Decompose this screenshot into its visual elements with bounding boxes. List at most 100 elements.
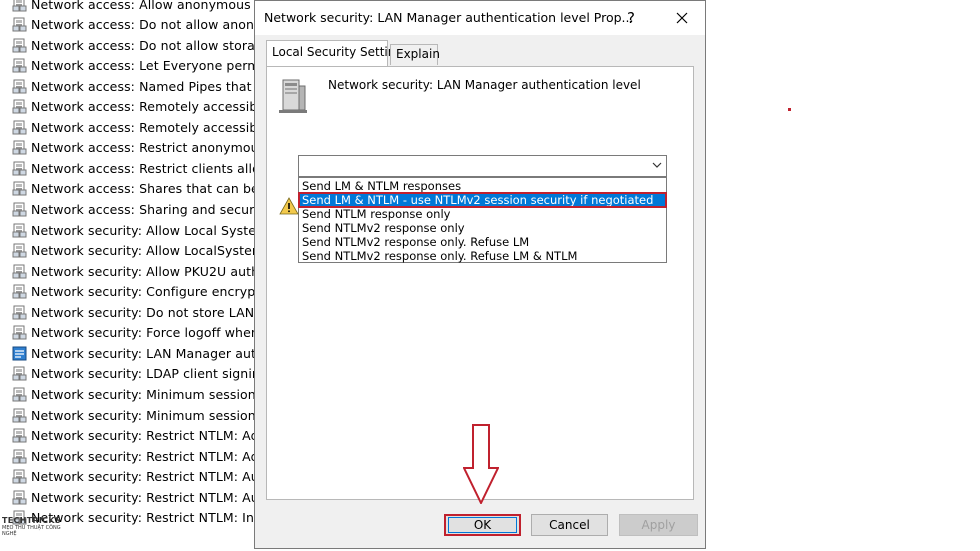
policy-row[interactable]: Network access: Do not allow anonym xyxy=(12,15,260,35)
tab-explain[interactable]: Explain xyxy=(390,44,440,65)
policy-row[interactable]: Network access: Restrict clients allowed xyxy=(12,158,260,178)
policy-row-label: Network security: Allow PKU2U authen xyxy=(31,263,260,279)
policy-row[interactable]: Network security: Minimum session sec xyxy=(12,384,260,404)
policy-row-label: Network access: Let Everyone permissio xyxy=(31,58,260,74)
policy-shield-icon xyxy=(12,387,27,402)
policy-row[interactable]: Network security: Configure encryption xyxy=(12,282,260,302)
policy-row[interactable]: Network security: Restrict NTLM: Audit xyxy=(12,467,260,487)
warning-triangle-icon xyxy=(279,197,299,215)
policy-row[interactable]: Network security: LDAP client signing r xyxy=(12,364,260,384)
policy-row[interactable]: Network access: Remotely accessible re xyxy=(12,97,260,117)
policy-row-label: Network security: LAN Manager authen xyxy=(31,345,260,361)
ok-button-label: OK xyxy=(473,518,492,532)
policy-row[interactable]: Network access: Restrict anonymous ac xyxy=(12,138,260,158)
policy-row-label: Network security: Restrict NTLM: Add r xyxy=(31,428,260,444)
policy-shield-icon xyxy=(12,325,27,340)
dropdown-option[interactable]: Send NTLM response only xyxy=(299,207,666,221)
policy-shield-icon xyxy=(12,17,27,32)
policy-row-label: Network security: Restrict NTLM: Incom xyxy=(31,510,260,526)
policy-row[interactable]: Network security: Allow Local System t xyxy=(12,220,260,240)
close-icon xyxy=(676,12,688,24)
policy-shield-icon xyxy=(12,79,27,94)
policy-shield-icon xyxy=(12,449,27,464)
policy-shield-icon xyxy=(12,284,27,299)
policy-row[interactable]: Network security: Allow LocalSystem N xyxy=(12,241,260,261)
policy-row[interactable]: Network security: Minimum session sec xyxy=(12,405,260,425)
policy-shield-icon xyxy=(12,490,27,505)
close-button[interactable] xyxy=(669,7,695,29)
policy-row[interactable]: Network access: Do not allow storage o xyxy=(12,35,260,55)
chevron-down-icon[interactable] xyxy=(652,161,662,169)
policy-row-label: Network access: Remotely accessible re xyxy=(31,99,260,115)
policy-row[interactable]: Network security: Restrict NTLM: Add r xyxy=(12,426,260,446)
auth-level-dropdown-list: Send LM & NTLM responses Send LM & NTLM -… xyxy=(298,177,667,263)
policy-shield-icon xyxy=(12,428,27,443)
policy-name-label: Network security: LAN Manager authentica… xyxy=(328,78,641,92)
policy-row-label: Network access: Restrict anonymous ac xyxy=(31,140,260,156)
policy-row[interactable]: Network access: Named Pipes that can xyxy=(12,76,260,96)
policy-row-label: Network access: Remotely accessible re xyxy=(31,119,260,135)
policy-row[interactable]: Network access: Shares that can be acce xyxy=(12,179,260,199)
policy-shield-icon xyxy=(12,0,27,12)
policy-row-label: Network security: Allow Local System t xyxy=(31,222,260,238)
tab-local-security-setting[interactable]: Local Security Setting xyxy=(266,40,403,66)
dropdown-option[interactable]: Send NTLMv2 response only xyxy=(299,221,666,235)
auth-level-combo[interactable] xyxy=(298,155,667,177)
policy-row-label: Network access: Do not allow storage o xyxy=(31,37,260,53)
dropdown-option[interactable]: Send NTLMv2 response only. Refuse LM xyxy=(299,235,666,249)
policy-shield-icon xyxy=(12,264,27,279)
policy-shield-icon xyxy=(12,305,27,320)
policy-row[interactable]: Network security: Restrict NTLM: Add s xyxy=(12,446,260,466)
policy-row[interactable]: Network access: Sharing and security m xyxy=(12,200,260,220)
policy-shield-icon xyxy=(12,243,27,258)
policy-shield-icon xyxy=(12,346,27,361)
dropdown-option[interactable]: Send LM & NTLM responses xyxy=(299,179,666,193)
policy-row[interactable]: Network security: Restrict NTLM: Audit xyxy=(12,487,260,507)
policy-shield-icon xyxy=(12,140,27,155)
policy-row-label: Network security: Restrict NTLM: Add s xyxy=(31,448,260,464)
policy-shield-icon xyxy=(12,120,27,135)
policy-shield-icon xyxy=(12,99,27,114)
policy-row-label: Network access: Sharing and security m xyxy=(31,202,260,217)
policy-shield-icon xyxy=(12,223,27,238)
watermark-tagline: MẸO THỦ THUẬT CÔNG NGHỆ xyxy=(2,525,61,537)
policy-shield-icon xyxy=(12,408,27,423)
policy-row-label: Network access: Named Pipes that can xyxy=(31,78,260,94)
policy-row-label: Network security: Allow LocalSystem N xyxy=(31,243,260,259)
policy-shield-icon xyxy=(12,161,27,176)
policy-row[interactable]: Network security: Allow PKU2U authen xyxy=(12,261,260,281)
policy-row[interactable]: Network security: Force logoff when lo xyxy=(12,323,260,343)
policy-row-label: Network security: Minimum session sec xyxy=(31,386,260,402)
dialog-titlebar[interactable]: Network security: LAN Manager authentica… xyxy=(255,1,705,35)
policy-row[interactable]: Network security: Do not store LAN Ma xyxy=(12,302,260,322)
red-down-arrow-icon xyxy=(463,424,499,504)
policy-row[interactable]: Network security: LAN Manager authen xyxy=(12,343,260,363)
policy-row-label: Network access: Allow anonymous SID xyxy=(31,0,260,12)
policy-shield-icon xyxy=(12,366,27,381)
watermark-brand: TECHTRICKS xyxy=(2,516,61,525)
dialog-title: Network security: LAN Manager authentica… xyxy=(264,10,634,25)
policy-row-label: Network security: Configure encryption xyxy=(31,284,260,300)
policy-row-label: Network security: LDAP client signing r xyxy=(31,366,260,382)
policy-row-label: Network security: Minimum session sec xyxy=(31,407,260,423)
policy-row-label: Network access: Shares that can be acce xyxy=(31,181,260,197)
policy-shield-icon xyxy=(12,58,27,73)
apply-button[interactable]: Apply xyxy=(619,514,698,536)
dropdown-option[interactable]: Send NTLMv2 response only. Refuse LM & N… xyxy=(299,249,666,263)
policy-row-label: Network access: Restrict clients allowed xyxy=(31,160,260,176)
red-dot-mark xyxy=(788,108,791,111)
ok-button[interactable]: OK xyxy=(444,514,521,536)
policy-row-label: Network security: Restrict NTLM: Audit xyxy=(31,489,260,505)
help-button[interactable]: ? xyxy=(619,7,643,29)
policy-row-label: Network security: Restrict NTLM: Audit xyxy=(31,469,260,485)
policy-shield-icon xyxy=(12,181,27,196)
policy-shield-icon xyxy=(12,469,27,484)
cancel-button[interactable]: Cancel xyxy=(531,514,608,536)
policy-row[interactable]: Network access: Remotely accessible re xyxy=(12,117,260,137)
policy-row-label: Network security: Do not store LAN Ma xyxy=(31,304,260,320)
dropdown-option[interactable]: Send LM & NTLM - use NTLMv2 session secu… xyxy=(298,192,667,208)
policy-row[interactable]: Network access: Let Everyone permissio xyxy=(12,56,260,76)
policy-row[interactable]: Network access: Allow anonymous SID xyxy=(12,0,260,14)
policy-shield-icon xyxy=(12,38,27,53)
techtricks-watermark: TECHTRICKS MẸO THỦ THUẬT CÔNG NGHỆ xyxy=(2,516,62,550)
